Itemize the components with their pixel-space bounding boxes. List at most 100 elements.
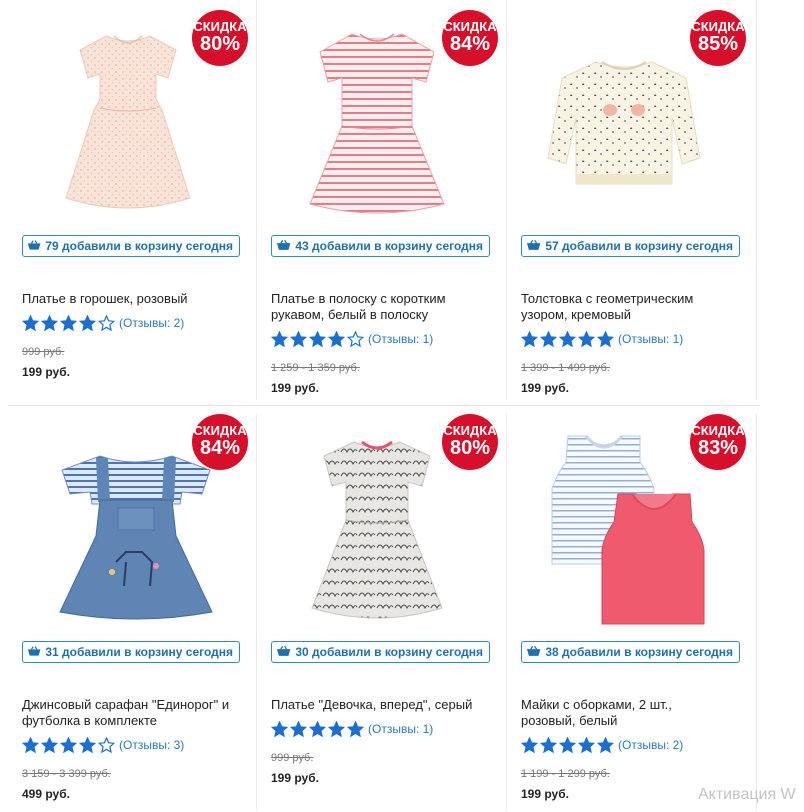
basket-icon [526, 240, 541, 250]
discount-badge: СКИДКА 84% [192, 414, 248, 470]
star-filled-icon [79, 737, 96, 753]
star-filled-icon [271, 331, 288, 347]
rating-stars [22, 737, 117, 753]
added-to-cart-indicator: 31 добавили в корзину сегодня [22, 641, 240, 663]
star-filled-icon [41, 737, 58, 753]
badge-label: СКИДКА [443, 423, 497, 438]
reviews-link[interactable]: (Отзывы: 1) [368, 332, 433, 346]
reviews-link[interactable]: (Отзывы: 2) [119, 316, 184, 330]
product-card[interactable]: СКИДКА 83% 38 добавили в корзину сегодня… [508, 406, 758, 812]
product-card[interactable]: СКИДКА 80% 30 добавили в корзину сегодня… [258, 406, 508, 812]
star-outline-icon [347, 331, 364, 347]
added-to-cart-indicator: 79 добавили в корзину сегодня [22, 235, 240, 257]
product-card[interactable]: СКИДКА 84% 31 добавили в корзину сегодня… [8, 406, 258, 812]
added-to-cart-text: 79 добавили в корзину сегодня [45, 239, 233, 253]
product-name-link[interactable]: Майки с оборками, 2 шт., розовый, белый [521, 697, 701, 729]
rating: (Отзывы: 1) [271, 721, 433, 737]
discount-badge: СКИДКА 85% [690, 10, 746, 66]
current-price: 199 руб. [271, 771, 319, 785]
rating-stars [22, 315, 117, 331]
rating: (Отзывы: 3) [22, 737, 184, 753]
old-price: 1 399 - 1 499 руб. [521, 362, 610, 374]
product-name-link[interactable]: Джинсовый сарафан "Единорог" и футболка … [22, 697, 250, 729]
discount-badge: СКИДКА 83% [690, 414, 746, 470]
product-image-pink-dress[interactable] [58, 28, 198, 223]
product-card[interactable]: СКИДКА 80% 79 добавили в корзину сегодня… [8, 0, 258, 406]
star-outline-icon [98, 315, 115, 331]
star-filled-icon [309, 331, 326, 347]
star-filled-icon [290, 721, 307, 737]
star-filled-icon [328, 721, 345, 737]
star-filled-icon [597, 331, 614, 347]
product-image-grey-print-dress[interactable] [304, 432, 450, 631]
current-price: 499 руб. [22, 787, 70, 801]
rating-stars [271, 721, 366, 737]
rating-stars [271, 331, 366, 347]
discount-value: 84% [199, 437, 241, 459]
old-price: 1 259 - 1 359 руб. [271, 362, 360, 374]
star-filled-icon [521, 737, 538, 753]
reviews-link[interactable]: (Отзывы: 3) [119, 738, 184, 752]
star-filled-icon [60, 737, 77, 753]
badge-label: СКИДКА [691, 19, 745, 34]
rating-stars [521, 737, 616, 753]
added-to-cart-text: 57 добавили в корзину сегодня [545, 239, 733, 253]
star-filled-icon [79, 315, 96, 331]
basket-icon [526, 646, 541, 656]
discount-badge: СКИДКА 80% [442, 414, 498, 470]
rating-stars [521, 331, 616, 347]
old-price: 1 199 - 1 299 руб. [521, 768, 610, 780]
product-name-link[interactable]: Платье "Девочка, вперед", серый [271, 697, 501, 713]
discount-badge: СКИДКА 84% [442, 10, 498, 66]
badge-label: СКИДКА [193, 19, 247, 34]
old-price: 999 руб. [22, 346, 65, 358]
reviews-link[interactable]: (Отзывы: 2) [618, 738, 683, 752]
star-filled-icon [22, 315, 39, 331]
basket-icon [27, 646, 41, 656]
added-to-cart-indicator: 38 добавили в корзину сегодня [521, 641, 740, 663]
added-to-cart-indicator: 43 добавили в корзину сегодня [271, 235, 490, 257]
product-image-denim-pinafore[interactable] [56, 444, 216, 629]
product-image-cream-sweatshirt[interactable] [544, 58, 704, 197]
windows-activation-watermark: Активация W [698, 786, 796, 803]
star-filled-icon [271, 721, 288, 737]
reviews-link[interactable]: (Отзывы: 1) [618, 332, 683, 346]
basket-icon [276, 240, 291, 250]
discount-value: 84% [449, 33, 491, 55]
old-price: 999 руб. [271, 752, 314, 764]
added-to-cart-text: 31 добавили в корзину сегодня [45, 645, 233, 659]
product-name-link[interactable]: Толстовка с геометрическим узором, кремо… [521, 291, 721, 323]
star-filled-icon [290, 331, 307, 347]
star-filled-icon [578, 331, 595, 347]
product-image-striped-dress[interactable] [302, 28, 452, 225]
product-name-link[interactable]: Платье в полоску с коротким рукавом, бел… [271, 291, 481, 323]
reviews-link[interactable]: (Отзывы: 1) [368, 722, 433, 736]
star-filled-icon [597, 737, 614, 753]
discount-badge: СКИДКА 80% [192, 10, 248, 66]
rating: (Отзывы: 1) [271, 331, 433, 347]
star-filled-icon [22, 737, 39, 753]
star-outline-icon [98, 737, 115, 753]
star-filled-icon [309, 721, 326, 737]
added-to-cart-indicator: 57 добавили в корзину сегодня [521, 235, 740, 257]
product-card[interactable]: СКИДКА 85% 57 добавили в корзину сегодня… [508, 0, 758, 406]
discount-value: 80% [199, 33, 241, 55]
rating: (Отзывы: 2) [521, 737, 683, 753]
badge-label: СКИДКА [443, 19, 497, 34]
product-image-frill-vests[interactable] [548, 432, 708, 635]
old-price: 3 159 - 3 399 руб. [22, 768, 111, 780]
star-filled-icon [540, 737, 557, 753]
badge-label: СКИДКА [193, 423, 247, 438]
added-to-cart-text: 38 добавили в корзину сегодня [545, 645, 733, 659]
star-filled-icon [41, 315, 58, 331]
badge-label: СКИДКА [691, 423, 745, 438]
star-filled-icon [347, 721, 364, 737]
product-card[interactable]: СКИДКА 84% 43 добавили в корзину сегодня… [258, 0, 508, 406]
star-filled-icon [540, 331, 557, 347]
product-name-link[interactable]: Платье в горошек, розовый [22, 291, 252, 307]
star-filled-icon [578, 737, 595, 753]
rating: (Отзывы: 1) [521, 331, 683, 347]
discount-value: 83% [697, 437, 739, 459]
star-filled-icon [328, 331, 345, 347]
current-price: 199 руб. [521, 381, 569, 395]
